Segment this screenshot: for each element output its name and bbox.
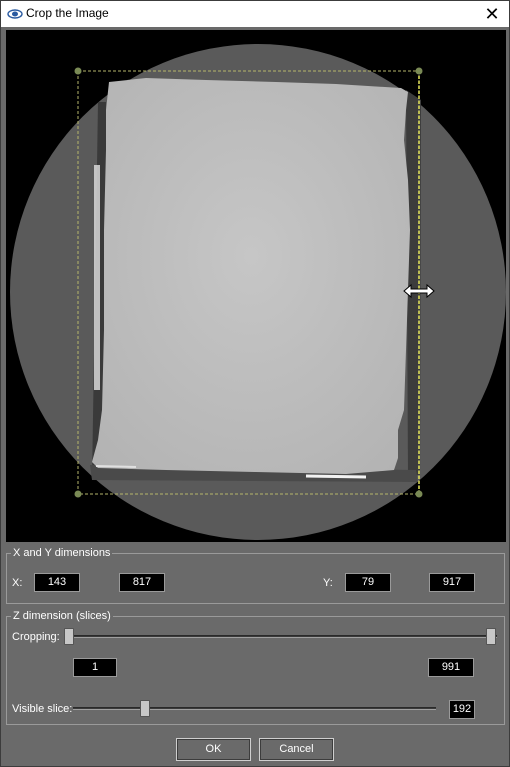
x-label: X:: [12, 577, 23, 589]
image-viewport[interactable]: [6, 30, 506, 542]
crop-handle-top-right[interactable]: [415, 67, 423, 75]
eye-icon: [7, 9, 23, 19]
ok-button[interactable]: OK: [176, 738, 251, 761]
crop-handle-bottom-left[interactable]: [74, 490, 82, 498]
ct-slice-image: [10, 44, 506, 540]
y-max-field[interactable]: 917: [429, 573, 475, 592]
z-dimension-legend: Z dimension (slices): [11, 610, 113, 622]
crop-handle-top-left[interactable]: [74, 67, 82, 75]
close-button[interactable]: ✕: [475, 1, 509, 27]
close-icon: ✕: [484, 3, 500, 24]
visible-slice-label: Visible slice:: [12, 703, 73, 715]
cropping-max-handle[interactable]: [486, 628, 496, 645]
crop-dialog: Crop the Image ✕ X and Y dimensions X: 1…: [0, 0, 510, 767]
cancel-button[interactable]: Cancel: [259, 738, 334, 761]
y-label: Y:: [323, 577, 333, 589]
x-max-field[interactable]: 817: [119, 573, 165, 592]
xy-dimensions-legend: X and Y dimensions: [11, 547, 113, 559]
crop-handle-bottom-right[interactable]: [415, 490, 423, 498]
cropping-slider-track[interactable]: [65, 635, 497, 638]
visible-slice-handle[interactable]: [140, 700, 151, 717]
sample-block: [92, 78, 410, 474]
y-min-field[interactable]: 79: [345, 573, 391, 592]
title-bar: Crop the Image ✕: [1, 1, 509, 27]
visible-slice-track[interactable]: [73, 707, 436, 710]
xy-dimensions-group: X and Y dimensions X: 143 817 Y: 79 917: [6, 547, 505, 604]
z-dimension-group: Z dimension (slices) Cropping: 1 991 Vis…: [6, 610, 505, 725]
cropping-label: Cropping:: [12, 631, 60, 643]
crop-min-field[interactable]: 1: [73, 658, 117, 677]
visible-slice-field[interactable]: 192: [449, 700, 475, 719]
crop-max-field[interactable]: 991: [428, 658, 474, 677]
cropping-min-handle[interactable]: [64, 628, 74, 645]
window-title: Crop the Image: [26, 6, 109, 20]
sample-edge-strip: [94, 165, 100, 390]
x-min-field[interactable]: 143: [34, 573, 80, 592]
